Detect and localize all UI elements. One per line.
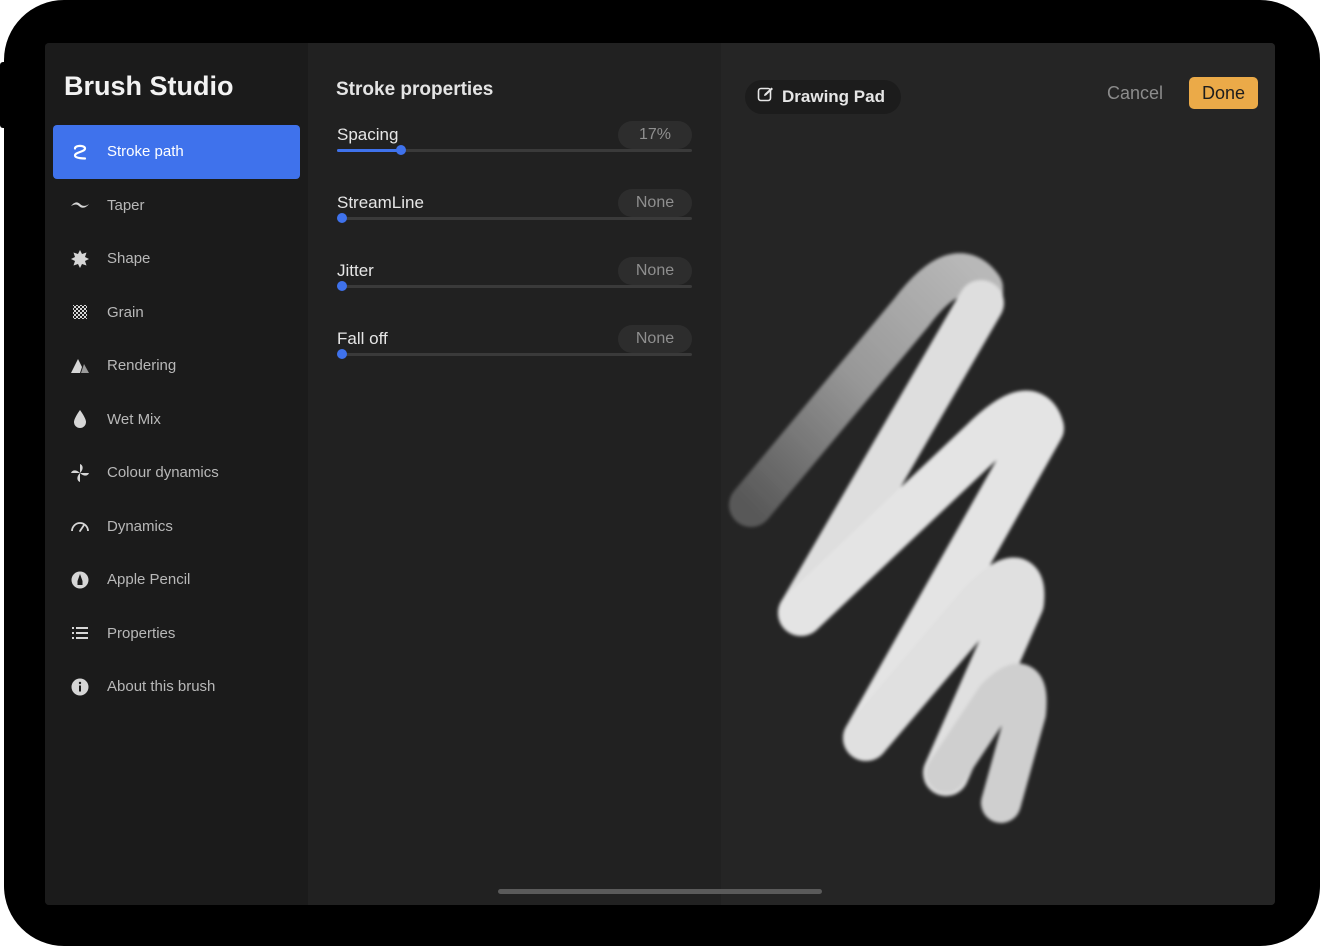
edit-icon (757, 86, 774, 108)
apple-pencil-icon (53, 570, 107, 590)
cancel-button[interactable]: Cancel (1107, 83, 1163, 104)
app-title: Brush Studio (64, 71, 234, 101)
streamline-slider[interactable] (336, 213, 692, 223)
spacing-setting: Spacing 17% (337, 121, 692, 175)
setting-label: Fall off (337, 329, 388, 348)
setting-value[interactable]: None (618, 189, 692, 217)
sidebar-item-label: Stroke path (107, 143, 184, 161)
sidebar-item-label: Apple Pencil (107, 571, 191, 589)
sidebar: Brush Studio Stroke path Taper Shape Gra… (45, 43, 308, 905)
jitter-slider[interactable] (336, 281, 692, 291)
setting-value[interactable]: 17% (618, 121, 692, 149)
spacing-slider[interactable] (337, 145, 692, 155)
stroke-path-icon (53, 142, 107, 162)
wet-mix-icon (53, 409, 107, 429)
sidebar-item-properties[interactable]: Properties (53, 607, 300, 661)
setting-label: Spacing (337, 125, 399, 144)
streamline-setting: StreamLine None (336, 189, 692, 243)
setting-label: StreamLine (337, 193, 424, 212)
home-indicator[interactable] (498, 889, 822, 894)
fall-off-setting: Fall off None (336, 325, 692, 379)
setting-value[interactable]: None (618, 325, 692, 353)
info-icon (53, 677, 107, 697)
drawing-pad[interactable]: Drawing Pad Cancel Done (721, 43, 1275, 905)
panel-title: Stroke properties (336, 79, 494, 100)
dynamics-icon (53, 516, 107, 536)
sidebar-item-grain[interactable]: Grain (53, 286, 300, 340)
grain-icon (53, 302, 107, 322)
sidebar-item-label: Taper (107, 196, 145, 214)
slider-thumb[interactable] (336, 281, 347, 291)
taper-icon (53, 195, 107, 215)
sidebar-item-label: Wet Mix (107, 410, 161, 428)
sidebar-item-wet-mix[interactable]: Wet Mix (53, 393, 300, 447)
device-side-button (0, 62, 8, 128)
sidebar-item-label: About this brush (107, 678, 216, 696)
sidebar-menu: Stroke path Taper Shape Grain Rendering … (53, 125, 300, 714)
sidebar-item-colour-dynamics[interactable]: Colour dynamics (53, 446, 300, 500)
stroke-properties-panel: Stroke properties Spacing 17% StreamLine… (308, 43, 721, 905)
slider-thumb[interactable] (336, 349, 347, 359)
slider-thumb[interactable] (395, 145, 406, 155)
setting-label: Jitter (337, 261, 374, 280)
done-button[interactable]: Done (1189, 77, 1258, 109)
drawing-pad-button[interactable]: Drawing Pad (745, 80, 901, 114)
sidebar-item-label: Properties (107, 624, 176, 642)
drawing-pad-label: Drawing Pad (782, 87, 885, 106)
colour-dynamics-icon (53, 463, 107, 483)
shape-icon (53, 249, 107, 269)
sidebar-item-label: Rendering (107, 357, 177, 375)
sidebar-item-stroke-path[interactable]: Stroke path (53, 125, 300, 179)
rendering-icon (53, 356, 107, 376)
sidebar-item-taper[interactable]: Taper (53, 179, 300, 233)
screen: Brush Studio Stroke path Taper Shape Gra… (45, 43, 1275, 905)
brush-stroke-preview (729, 253, 1064, 823)
sidebar-item-apple-pencil[interactable]: Apple Pencil (53, 553, 300, 607)
jitter-setting: Jitter None (336, 257, 692, 311)
slider-thumb[interactable] (336, 213, 347, 223)
sidebar-item-shape[interactable]: Shape (53, 232, 300, 286)
sidebar-item-label: Colour dynamics (107, 464, 219, 482)
sidebar-item-about-this-brush[interactable]: About this brush (53, 660, 300, 714)
sidebar-item-label: Shape (107, 250, 151, 268)
slider-fill (337, 149, 401, 152)
sidebar-item-rendering[interactable]: Rendering (53, 339, 300, 393)
properties-icon (53, 623, 107, 643)
sidebar-item-label: Dynamics (107, 517, 173, 535)
setting-value[interactable]: None (618, 257, 692, 285)
sidebar-item-dynamics[interactable]: Dynamics (53, 500, 300, 554)
sidebar-item-label: Grain (107, 303, 144, 321)
fall-off-slider[interactable] (336, 349, 692, 359)
